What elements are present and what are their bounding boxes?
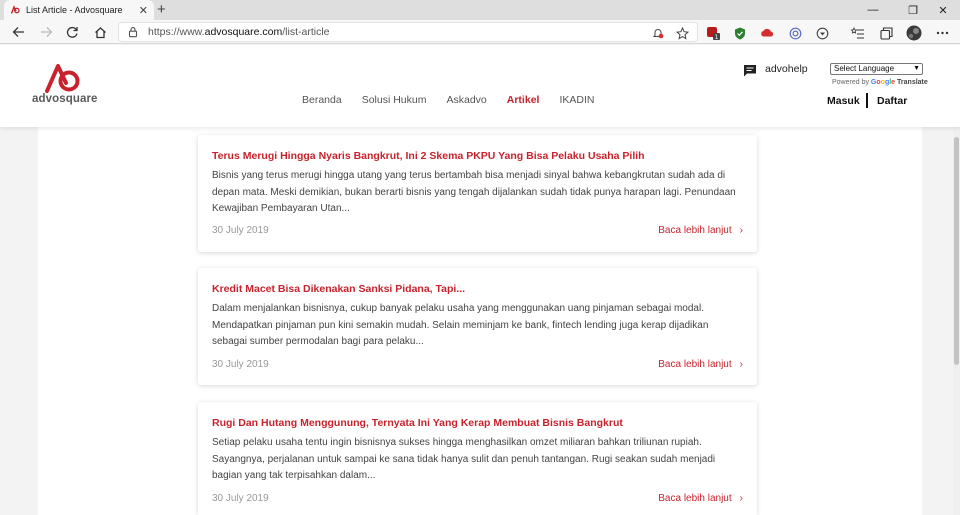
close-tab-icon[interactable]: ✕ [139, 4, 148, 17]
back-icon[interactable] [9, 23, 27, 41]
tab-title: List Article - Advosquare [26, 5, 123, 15]
article-date: 30 July 2019 [212, 493, 269, 504]
article-title[interactable]: Rugi Dan Hutang Menggunung, Ternyata Ini… [212, 417, 623, 429]
collections-icon[interactable] [879, 26, 893, 40]
advohelp-link[interactable]: advohelp [765, 63, 808, 75]
svg-text:1: 1 [715, 34, 719, 40]
main-nav: Beranda Solusi Hukum Askadvo Artikel IKA… [302, 94, 614, 106]
site-header: advosquare Beranda Solusi Hukum Askadvo … [0, 45, 960, 127]
chevron-right-icon: › [739, 359, 743, 370]
refresh-icon[interactable] [63, 23, 81, 41]
auth-divider [866, 93, 868, 108]
read-more-link[interactable]: Baca lebih lanjut › [658, 225, 743, 236]
article-excerpt: Bisnis yang terus merugi hingga utang ya… [212, 170, 736, 214]
new-tab-button[interactable]: + [157, 1, 166, 19]
shield-extension-icon[interactable] [733, 26, 747, 40]
site-logo[interactable]: advosquare [30, 63, 100, 107]
target-extension-icon[interactable] [788, 26, 802, 40]
close-window-button[interactable]: ✕ [926, 0, 960, 20]
chevron-right-icon: › [739, 493, 743, 504]
address-bar[interactable]: https://www.advosquare.com/list-article [118, 22, 698, 42]
url-text: https://www.advosquare.com/list-article [148, 26, 330, 38]
login-link[interactable]: Masuk [827, 95, 860, 107]
scrollbar-thumb[interactable] [954, 137, 959, 365]
read-more-link[interactable]: Baca lebih lanjut › [658, 359, 743, 370]
nav-artikel[interactable]: Artikel [507, 94, 540, 106]
chat-icon[interactable] [743, 64, 757, 77]
article-card: Terus Merugi Hingga Nyaris Bangkrut, Ini… [198, 135, 757, 252]
favorite-star-icon[interactable] [675, 26, 689, 40]
language-select[interactable]: Select Language ▼ [830, 63, 923, 75]
chevron-right-icon: › [739, 225, 743, 236]
lock-icon[interactable] [127, 26, 139, 38]
browser-toolbar: https://www.advosquare.com/list-article … [0, 20, 960, 44]
article-excerpt: Setiap pelaku usaha tentu ingin bisnisny… [212, 437, 716, 481]
register-link[interactable]: Daftar [877, 95, 907, 107]
nav-ikadin[interactable]: IKADIN [559, 94, 594, 106]
nav-askadvo[interactable]: Askadvo [446, 94, 486, 106]
article-excerpt: Dalam menjalankan bisnisnya, cukup banya… [212, 303, 709, 347]
article-date: 30 July 2019 [212, 225, 269, 236]
article-title[interactable]: Kredit Macet Bisa Dikenakan Sanksi Pidan… [212, 283, 465, 295]
article-date: 30 July 2019 [212, 359, 269, 370]
advosquare-favicon-icon [10, 5, 20, 14]
browser-tab-bar: List Article - Advosquare ✕ + — ❐ ✕ [0, 0, 960, 20]
maximize-button[interactable]: ❐ [896, 0, 930, 20]
article-card: Rugi Dan Hutang Menggunung, Ternyata Ini… [198, 402, 757, 515]
nav-beranda[interactable]: Beranda [302, 94, 342, 106]
profile-avatar[interactable] [905, 24, 922, 41]
browser-tab[interactable]: List Article - Advosquare ✕ [4, 0, 154, 20]
forward-icon[interactable] [37, 23, 55, 41]
nav-solusi-hukum[interactable]: Solusi Hukum [362, 94, 427, 106]
download-extension-icon[interactable] [815, 26, 829, 40]
home-icon[interactable] [91, 23, 109, 41]
chevron-down-icon: ▼ [913, 65, 920, 72]
cloud-extension-icon[interactable] [760, 26, 774, 40]
extension-badge-icon[interactable]: 1 [706, 26, 720, 40]
logo-wordmark: advosquare [32, 93, 98, 105]
google-translate-credit: Powered by Google Translate [832, 79, 928, 86]
article-title[interactable]: Terus Merugi Hingga Nyaris Bangkrut, Ini… [212, 150, 645, 162]
google-logo: Google [870, 79, 896, 86]
more-menu-icon[interactable] [935, 26, 949, 40]
notifications-blocked-icon[interactable] [651, 26, 665, 40]
read-more-link[interactable]: Baca lebih lanjut › [658, 493, 743, 504]
logo-mark-icon [45, 64, 80, 93]
minimize-button[interactable]: — [856, 0, 890, 20]
article-card: Kredit Macet Bisa Dikenakan Sanksi Pidan… [198, 268, 757, 385]
page-scrollbar[interactable] [953, 127, 960, 515]
reading-list-icon[interactable] [851, 26, 865, 40]
